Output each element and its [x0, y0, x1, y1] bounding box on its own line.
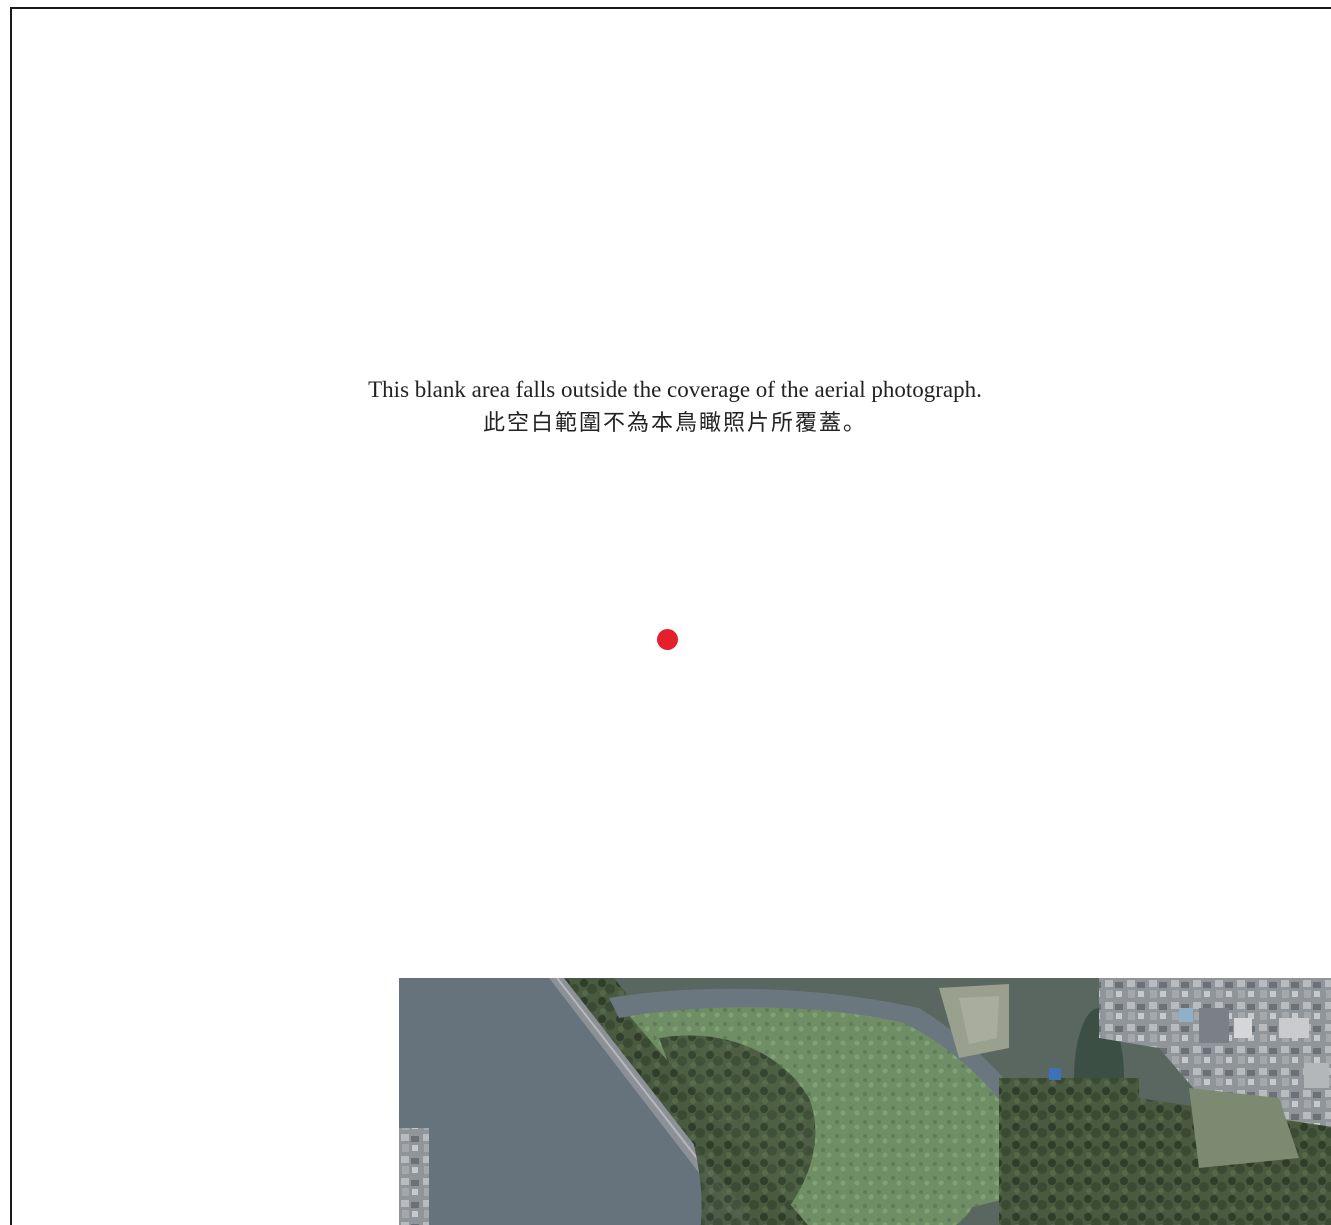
aerial-photograph: [399, 978, 1331, 1225]
coverage-notice-english: This blank area falls outside the covera…: [368, 377, 982, 402]
map-frame: This blank area falls outside the covera…: [0, 0, 1331, 1225]
location-dot-icon: [657, 629, 678, 650]
coverage-notice-chinese: 此空白範圍不為本鳥瞰照片所覆蓋。: [482, 411, 867, 436]
coverage-notice: This blank area falls outside the covera…: [0, 373, 1331, 441]
